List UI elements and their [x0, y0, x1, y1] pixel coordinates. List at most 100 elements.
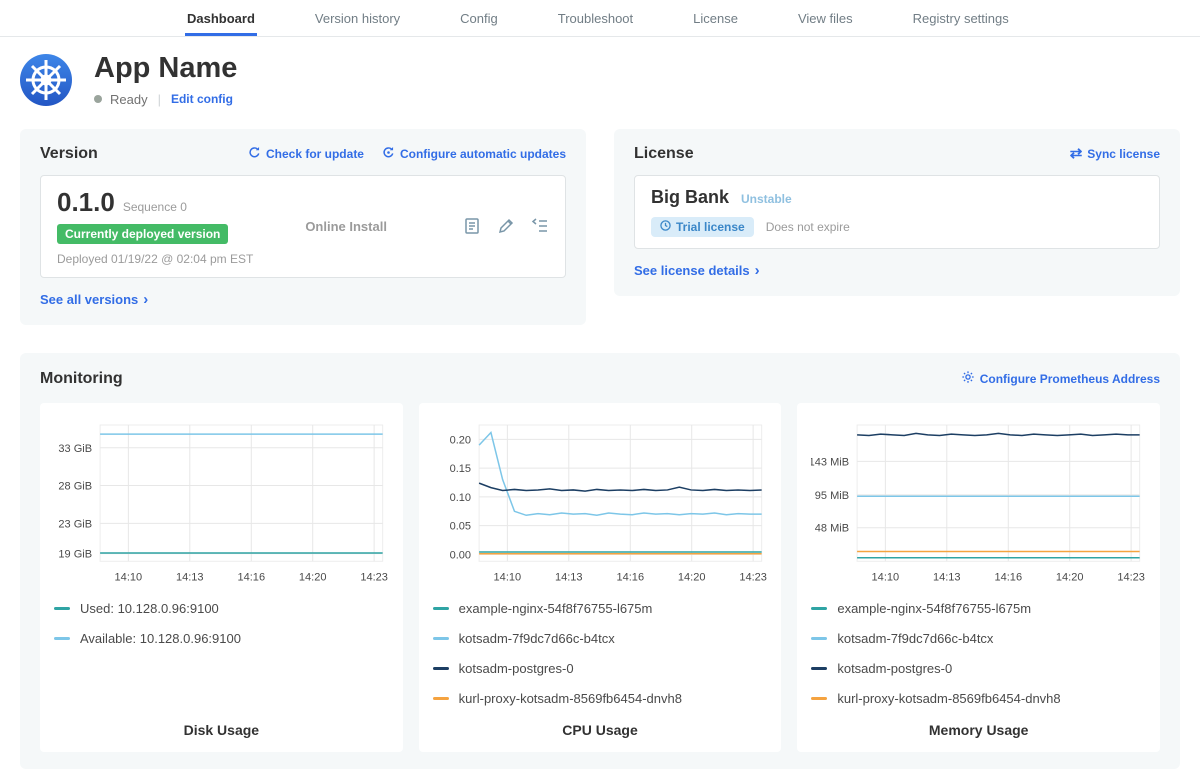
version-info: 0.1.0 Sequence 0 Currently deployed vers… [57, 187, 253, 266]
svg-text:14:16: 14:16 [238, 571, 266, 583]
see-all-versions-link[interactable]: See all versions › [40, 292, 148, 307]
current-version-box: 0.1.0 Sequence 0 Currently deployed vers… [40, 175, 566, 278]
tab-config[interactable]: Config [458, 0, 500, 36]
legend-item: Available: 10.128.0.96:9100 [54, 631, 389, 646]
tab-license[interactable]: License [691, 0, 740, 36]
app-name: App Name [94, 53, 237, 85]
clock-icon [660, 220, 671, 234]
monitoring-title: Monitoring [40, 370, 123, 388]
divider: | [158, 92, 161, 107]
tab-version-history[interactable]: Version history [313, 0, 402, 36]
cpu-usage-title: CPU Usage [433, 706, 768, 738]
svg-text:0.00: 0.00 [449, 549, 470, 561]
chevron-right-icon: › [143, 292, 148, 307]
channel-badge: Unstable [741, 192, 792, 206]
version-card: Version Check for update Configure autom… [20, 129, 586, 325]
release-notes-icon[interactable] [463, 217, 481, 235]
configure-automatic-updates-link[interactable]: Configure automatic updates [382, 146, 566, 162]
legend-item: kotsadm-postgres-0 [433, 661, 768, 676]
sync-license-link[interactable]: ⇄ Sync license [1070, 146, 1160, 161]
license-name: Big Bank [651, 187, 729, 208]
sync-icon: ⇄ [1070, 146, 1083, 161]
legend-item: kotsadm-7f9dc7d66c-b4tcx [811, 631, 1146, 646]
svg-text:14:13: 14:13 [555, 571, 583, 583]
legend-label: kurl-proxy-kotsadm-8569fb6454-dnvh8 [837, 691, 1060, 706]
legend-item: Used: 10.128.0.96:9100 [54, 601, 389, 616]
legend-label: example-nginx-54f8f76755-l675m [459, 601, 653, 616]
app-status-row: Ready | Edit config [94, 92, 237, 107]
legend-label: kurl-proxy-kotsadm-8569fb6454-dnvh8 [459, 691, 682, 706]
disk-usage-card: 33 GiB28 GiB23 GiB19 GiB14:1014:1314:161… [40, 403, 403, 752]
legend-label: kotsadm-7f9dc7d66c-b4tcx [459, 631, 615, 646]
deployed-date: Deployed 01/19/22 @ 02:04 pm EST [57, 252, 253, 266]
legend-label: kotsadm-7f9dc7d66c-b4tcx [837, 631, 993, 646]
version-card-header: Version Check for update Configure autom… [40, 145, 566, 163]
svg-text:143 MiB: 143 MiB [811, 456, 849, 468]
edit-version-config-icon[interactable] [497, 217, 515, 235]
svg-text:14:13: 14:13 [933, 571, 961, 583]
legend-label: example-nginx-54f8f76755-l675m [837, 601, 1031, 616]
svg-text:14:20: 14:20 [678, 571, 706, 583]
legend-label: kotsadm-postgres-0 [459, 661, 574, 676]
tab-dashboard[interactable]: Dashboard [185, 0, 257, 36]
legend-item: kurl-proxy-kotsadm-8569fb6454-dnvh8 [433, 691, 768, 706]
legend-color-dash [433, 607, 449, 610]
svg-text:14:10: 14:10 [493, 571, 521, 583]
view-diff-icon[interactable] [531, 217, 549, 235]
charts-row: 33 GiB28 GiB23 GiB19 GiB14:1014:1314:161… [40, 403, 1160, 752]
app-title-block: App Name Ready | Edit config [94, 53, 237, 107]
app-header: App Name Ready | Edit config [20, 53, 1180, 107]
gear-icon [961, 370, 975, 387]
svg-text:14:13: 14:13 [176, 571, 204, 583]
trial-license-pill: Trial license [651, 217, 754, 237]
kubernetes-app-icon [20, 54, 72, 106]
svg-text:23 GiB: 23 GiB [58, 518, 92, 530]
see-license-details-link[interactable]: See license details › [634, 263, 760, 278]
tab-registry-settings[interactable]: Registry settings [911, 0, 1011, 36]
svg-text:14:10: 14:10 [872, 571, 900, 583]
legend-label: Used: 10.128.0.96:9100 [80, 601, 219, 616]
svg-text:0.10: 0.10 [449, 492, 470, 504]
svg-text:14:20: 14:20 [1056, 571, 1084, 583]
monitoring-header: Monitoring Configure Prometheus Address [40, 370, 1160, 388]
license-name-row: Big Bank Unstable [651, 187, 1143, 208]
legend-color-dash [54, 607, 70, 610]
license-card-header: License ⇄ Sync license [634, 145, 1160, 163]
edit-config-link[interactable]: Edit config [171, 92, 233, 106]
version-card-links: Check for update Configure automatic upd… [248, 146, 566, 162]
legend-item: kotsadm-postgres-0 [811, 661, 1146, 676]
svg-text:33 GiB: 33 GiB [58, 443, 92, 455]
legend-color-dash [811, 607, 827, 610]
memory-usage-chart: 143 MiB95 MiB48 MiB14:1014:1314:1614:201… [811, 417, 1146, 587]
svg-text:14:20: 14:20 [299, 571, 327, 583]
check-for-update-link[interactable]: Check for update [248, 146, 364, 162]
legend-label: kotsadm-postgres-0 [837, 661, 952, 676]
install-type-label: Online Install [305, 219, 387, 234]
status-dot-icon [94, 95, 102, 103]
legend-item: example-nginx-54f8f76755-l675m [811, 601, 1146, 616]
license-meta-row: Trial license Does not expire [651, 217, 1143, 237]
tab-troubleshoot[interactable]: Troubleshoot [556, 0, 635, 36]
see-license-details-row: See license details › [634, 262, 1160, 280]
cpu-usage-chart: 0.200.150.100.050.0014:1014:1314:1614:20… [433, 417, 768, 587]
license-expiry: Does not expire [766, 220, 850, 234]
deployed-badge: Currently deployed version [57, 224, 228, 244]
disk-usage-title: Disk Usage [54, 706, 389, 738]
cpu-usage-legend: example-nginx-54f8f76755-l675m kotsadm-7f… [433, 601, 768, 706]
tab-view-files[interactable]: View files [796, 0, 855, 36]
memory-usage-legend: example-nginx-54f8f76755-l675m kotsadm-7f… [811, 601, 1146, 706]
configure-prometheus-link[interactable]: Configure Prometheus Address [961, 370, 1160, 387]
refresh-icon [248, 146, 261, 162]
legend-color-dash [433, 697, 449, 700]
svg-text:14:16: 14:16 [616, 571, 644, 583]
legend-item: example-nginx-54f8f76755-l675m [433, 601, 768, 616]
status-text: Ready [110, 92, 148, 107]
svg-text:14:23: 14:23 [1118, 571, 1146, 583]
disk-usage-legend: Used: 10.128.0.96:9100 Available: 10.128.… [54, 601, 389, 646]
svg-text:14:23: 14:23 [739, 571, 767, 583]
memory-usage-card: 143 MiB95 MiB48 MiB14:1014:1314:1614:201… [797, 403, 1160, 752]
svg-text:95 MiB: 95 MiB [815, 490, 849, 502]
license-card: License ⇄ Sync license Big Bank Unstable [614, 129, 1180, 296]
legend-color-dash [811, 667, 827, 670]
legend-item: kotsadm-7f9dc7d66c-b4tcx [433, 631, 768, 646]
